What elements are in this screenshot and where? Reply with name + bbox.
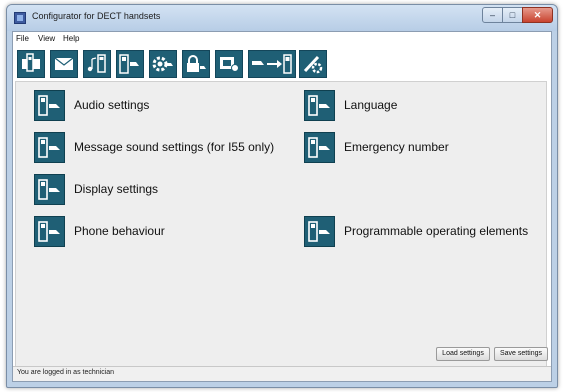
envelope-icon[interactable] (50, 50, 78, 78)
setting-label: Display settings (74, 182, 159, 196)
client-area: File View Help Audio settings Message so… (12, 31, 552, 382)
lock-icon[interactable] (182, 50, 210, 78)
menu-help[interactable]: Help (63, 34, 79, 43)
handset-settings-icon (34, 216, 65, 247)
setting-label: Audio settings (74, 98, 150, 112)
close-button[interactable]: ✕ (522, 7, 553, 23)
settings-panel: Audio settings Message sound settings (f… (15, 81, 548, 378)
setting-label: Programmable operating elements (344, 224, 529, 238)
setting-label: Emergency number (344, 140, 449, 154)
app-window: Configurator for DECT handsets – □ ✕ Fil… (6, 4, 558, 388)
music-notes-icon[interactable] (83, 50, 111, 78)
menu-view[interactable]: View (38, 34, 55, 43)
load-settings-button[interactable]: Load settings (436, 347, 490, 361)
handset-settings-icon (304, 90, 335, 121)
transfer-to-handset-icon[interactable] (248, 50, 296, 78)
title-bar: Configurator for DECT handsets – □ ✕ (7, 5, 557, 31)
display-settings-icon[interactable] (215, 50, 243, 78)
handset-settings-icon (34, 132, 65, 163)
menu-file[interactable]: File (16, 34, 29, 43)
handset-settings-icon (304, 132, 335, 163)
handset-settings-icon[interactable] (116, 50, 144, 78)
maximize-button[interactable]: □ (502, 7, 523, 23)
status-text: You are logged in as technician (17, 369, 115, 376)
handset-in-cradle-icon[interactable] (17, 50, 45, 78)
save-settings-button[interactable]: Save settings (494, 347, 548, 361)
minimize-button[interactable]: – (482, 7, 503, 23)
handset-settings-icon (34, 90, 65, 121)
app-icon (14, 12, 26, 24)
window-title: Configurator for DECT handsets (32, 11, 161, 21)
setting-label: Language (344, 98, 398, 112)
wrench-gear-icon[interactable] (299, 50, 327, 78)
menu-bar: File View Help (13, 32, 551, 45)
gear-settings-icon[interactable] (149, 50, 177, 78)
handset-settings-icon (304, 216, 335, 247)
setting-label: Phone behaviour (74, 224, 165, 238)
toolbar (13, 45, 551, 81)
status-bar: You are logged in as technician (13, 366, 551, 381)
handset-settings-icon (34, 174, 65, 205)
setting-label: Message sound settings (for I55 only) (74, 140, 275, 154)
